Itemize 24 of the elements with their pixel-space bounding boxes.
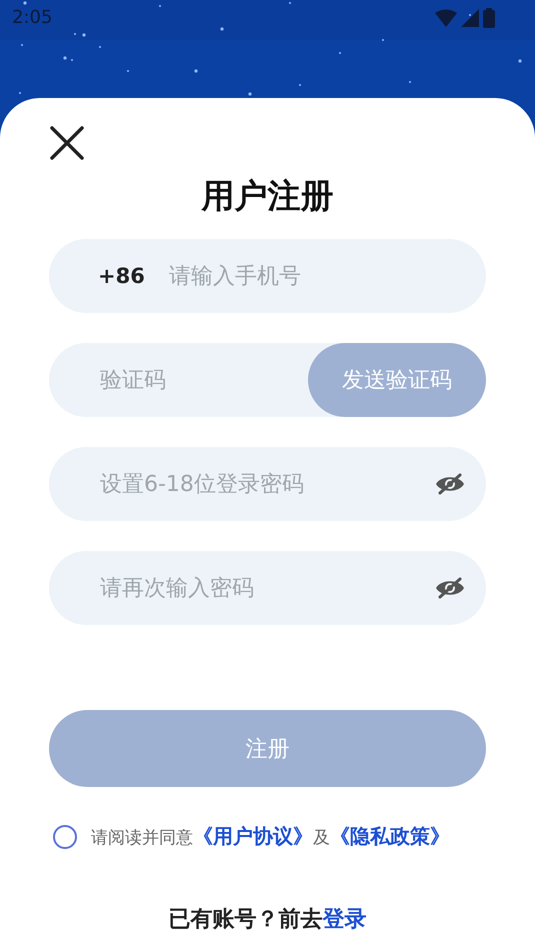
password-field[interactable]: 设置6-18位登录密码	[49, 447, 486, 521]
signal-icon	[461, 9, 479, 27]
close-button[interactable]	[49, 125, 85, 161]
country-code: +86	[98, 264, 145, 288]
visibility-toggle[interactable]	[435, 473, 465, 495]
eye-off-icon	[435, 473, 465, 495]
phone-input[interactable]: 请输入手机号	[166, 262, 486, 290]
battery-icon	[483, 8, 495, 28]
login-link[interactable]: 登录	[322, 907, 366, 932]
password-input[interactable]: 设置6-18位登录密码	[98, 470, 435, 498]
code-input[interactable]: 验证码	[98, 366, 308, 394]
privacy-policy-link[interactable]: 《隐私政策》	[330, 824, 450, 848]
eye-off-icon	[435, 577, 465, 599]
login-prompt: 已有账号？前去登录	[168, 907, 366, 932]
status-time: 2:05	[12, 6, 52, 30]
user-agreement-link[interactable]: 《用户协议》	[193, 824, 313, 848]
password-field[interactable]: 请再次输入密码	[49, 551, 486, 625]
page-title: 用户注册	[202, 175, 334, 217]
visibility-toggle[interactable]	[435, 577, 465, 599]
phone-field[interactable]: +86 请输入手机号	[49, 239, 486, 313]
password-input[interactable]: 请再次输入密码	[98, 574, 435, 602]
agree-checkbox[interactable]	[53, 824, 77, 848]
wifi-icon	[435, 9, 457, 27]
agreement-text: 请阅读并同意《用户协议》及《隐私政策》	[91, 823, 450, 850]
